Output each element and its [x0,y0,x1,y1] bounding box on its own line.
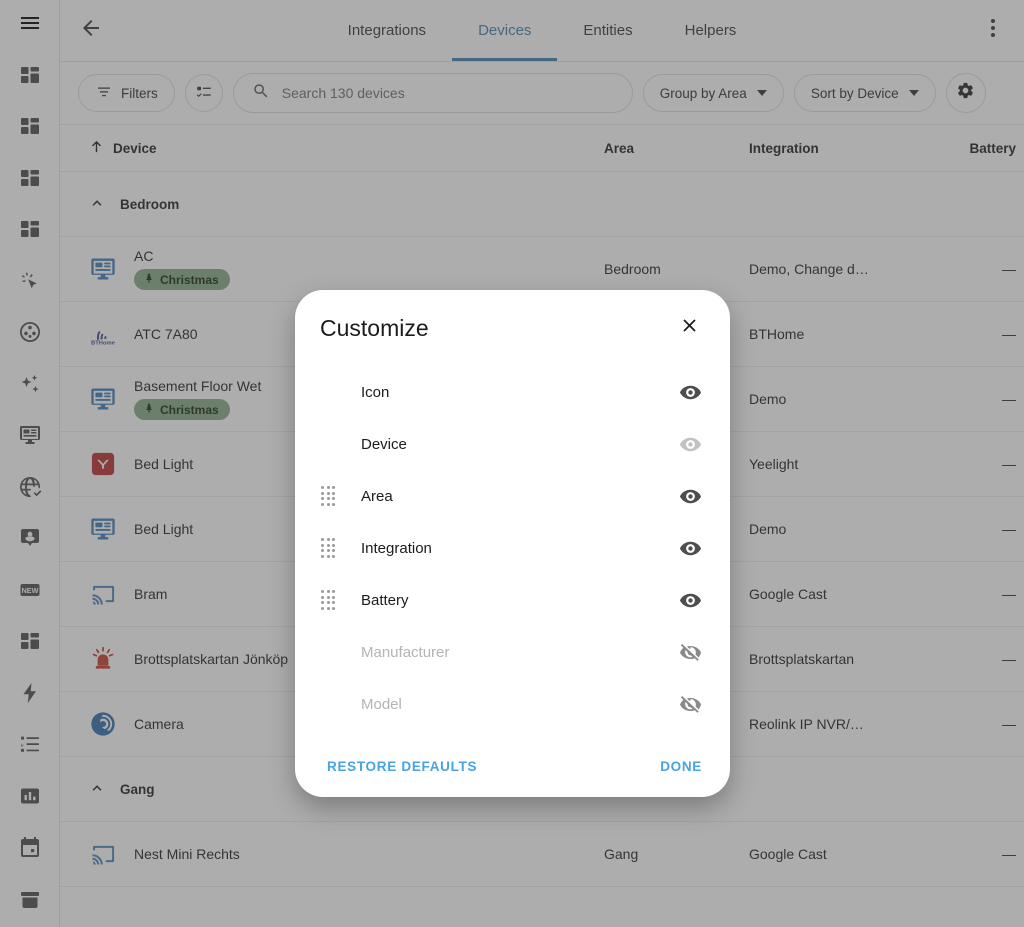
customize-dialog: Customize Icon Device Area Integration Batte… [295,290,730,797]
column-option-device: Device [295,418,730,470]
drag-handle-icon[interactable] [321,538,335,558]
done-button[interactable]: DONE [660,759,702,774]
eye-off-icon[interactable] [674,641,706,664]
column-options-list: Icon Device Area Integration Battery Manufact… [295,366,730,735]
drag-handle-icon[interactable] [321,590,335,610]
eye-icon[interactable] [674,537,706,560]
column-option-model: Model [295,678,730,730]
drag-handle-slot [321,538,361,558]
close-icon [679,315,700,341]
eye-off-icon[interactable] [674,693,706,716]
close-button[interactable] [672,311,706,345]
column-option-label: Battery [361,591,409,609]
dialog-title: Customize [320,314,429,341]
column-option-label: Icon [361,383,390,401]
dialog-actions: RESTORE DEFAULTS DONE [295,735,730,797]
column-option-label: Model [361,695,402,713]
eye-icon[interactable] [674,589,706,612]
eye-icon[interactable] [674,485,706,508]
drag-handle-icon[interactable] [321,486,335,506]
column-option-label: Integration [361,539,432,557]
column-option-label: Area [361,487,393,505]
dialog-header: Customize [295,290,730,366]
column-option-battery: Battery [295,574,730,626]
devices-page: NEW Integrations Devices Entities Helpers [0,0,1024,927]
eye-icon[interactable] [674,433,706,456]
column-option-label: Manufacturer [361,643,450,661]
eye-icon[interactable] [674,381,706,404]
column-option-manufacturer: Manufacturer [295,626,730,678]
column-option-icon: Icon [295,366,730,418]
drag-handle-slot [321,486,361,506]
column-option-area: Area [295,470,730,522]
column-option-integration: Integration [295,522,730,574]
drag-handle-slot [321,590,361,610]
column-option-label: Device [361,435,407,453]
restore-defaults-button[interactable]: RESTORE DEFAULTS [327,759,477,774]
